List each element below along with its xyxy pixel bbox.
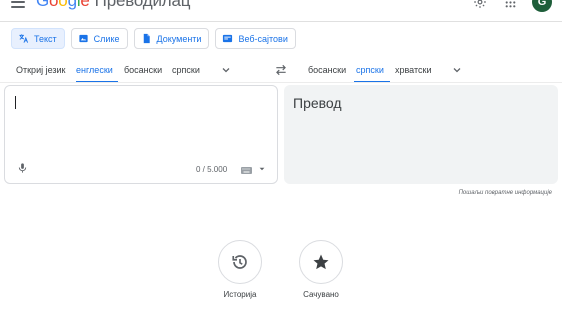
mode-tabs: Текст Слике Документи Веб-сајтови (11, 28, 296, 49)
saved-button[interactable] (299, 240, 343, 284)
apps-grid-icon[interactable] (502, 0, 518, 10)
star-icon (313, 254, 329, 270)
mode-documents-label: Документи (156, 33, 202, 44)
input-tools-caret-down-icon[interactable] (259, 166, 265, 172)
mode-websites-button[interactable]: Веб-сајтови (215, 28, 296, 49)
menu-icon[interactable] (11, 0, 25, 8)
account-avatar[interactable]: G (532, 0, 552, 12)
history-label: Историја (223, 290, 257, 299)
mode-images-label: Слике (93, 33, 120, 44)
language-bar: Откриј језик енглески босански српски бо… (0, 58, 562, 83)
source-lang-english[interactable]: енглески (76, 65, 113, 75)
saved-item[interactable]: Сачувано (291, 240, 351, 299)
mode-websites-label: Веб-сајтови (238, 33, 288, 44)
microphone-icon[interactable] (17, 161, 28, 175)
translation-placeholder: Превод (293, 95, 342, 111)
product-name: Преводилац (94, 0, 191, 10)
document-icon (143, 33, 150, 44)
history-icon (232, 255, 247, 269)
send-feedback-link[interactable]: Пошаљи повратне информације (459, 190, 552, 196)
top-bar: Google Преводилац G (0, 0, 562, 17)
mode-text-button[interactable]: Текст (11, 28, 65, 49)
text-caret (15, 96, 16, 109)
language-bar-divider (0, 82, 562, 83)
target-lang-croatian[interactable]: хрватски (395, 65, 431, 75)
translate-icon (19, 34, 29, 43)
character-count: 0 / 5.000 (196, 165, 228, 174)
source-text-input[interactable]: 0 / 5.000 (4, 85, 278, 184)
website-icon (223, 34, 233, 43)
image-icon (79, 34, 88, 43)
mode-documents-button[interactable]: Документи (133, 28, 210, 49)
saved-label: Сачувано (303, 290, 339, 299)
source-more-chevron-down-icon[interactable] (220, 64, 232, 76)
settings-icon[interactable] (472, 0, 488, 10)
history-item[interactable]: Историја (210, 240, 270, 299)
source-lang-bosnian[interactable]: босански (124, 65, 162, 75)
keyboard-icon[interactable] (241, 167, 252, 174)
history-button[interactable] (218, 240, 262, 284)
mode-text-label: Текст (34, 33, 57, 44)
translation-output: Превод (284, 85, 558, 184)
google-translate-logo[interactable]: Google Преводилац (36, 0, 190, 11)
header-divider (0, 21, 562, 22)
target-lang-serbian[interactable]: српски (356, 65, 384, 75)
target-lang-bosnian[interactable]: босански (308, 65, 346, 75)
target-more-chevron-down-icon[interactable] (451, 64, 463, 76)
detect-language-tab[interactable]: Откриј језик (16, 65, 66, 75)
swap-languages-icon[interactable] (274, 63, 288, 77)
mode-images-button[interactable]: Слике (70, 28, 128, 49)
source-lang-serbian[interactable]: српски (172, 65, 200, 75)
